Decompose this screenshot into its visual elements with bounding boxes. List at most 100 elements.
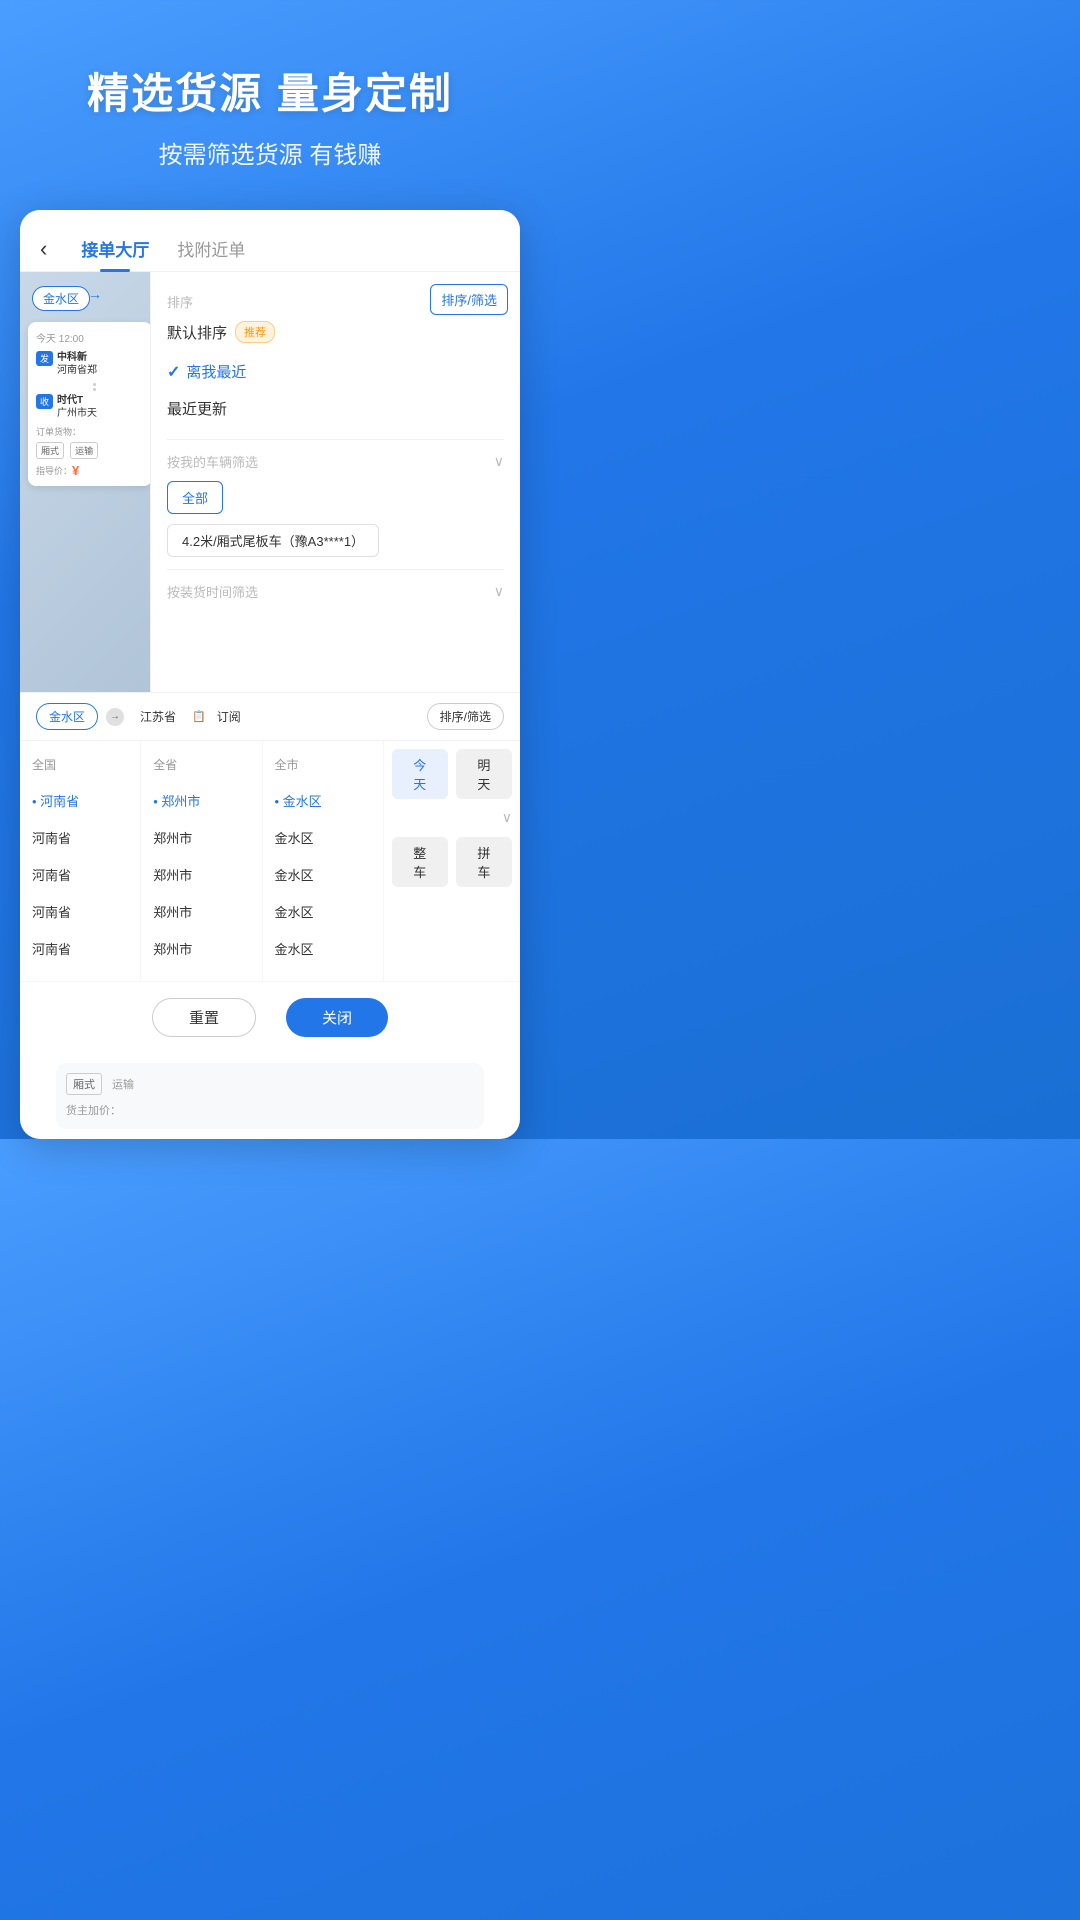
arrow-filter-icon: → bbox=[106, 708, 124, 726]
bottom-order-card: 厢式 运输 货主加价： bbox=[40, 1053, 500, 1139]
city-item-2[interactable]: 郑州市 bbox=[141, 856, 261, 893]
subscribe-label: 订阅 bbox=[209, 704, 249, 729]
district-item-4[interactable]: 金水区 bbox=[263, 930, 383, 967]
city-item-1[interactable]: 郑州市 bbox=[141, 819, 261, 856]
tomorrow-btn[interactable]: 明天 bbox=[456, 749, 512, 799]
city-item-3[interactable]: 郑州市 bbox=[141, 893, 261, 930]
province-filter-tag[interactable]: 江苏省 bbox=[132, 704, 184, 729]
district-item-3[interactable]: 金水区 bbox=[263, 893, 383, 930]
today-btn[interactable]: 今天 bbox=[392, 749, 448, 799]
vehicle-specific-options: 4.2米/厢式尾板车（豫A3****1） bbox=[167, 524, 504, 557]
arrow-icon: → bbox=[88, 286, 102, 302]
time-buttons: 今天 明天 bbox=[392, 749, 512, 799]
hero-section: 精选货源 量身定制 按需筛选货源 有钱赚 bbox=[0, 0, 540, 210]
district-item-1[interactable]: 金水区 bbox=[263, 819, 383, 856]
hero-subtitle: 按需筛选货源 有钱赚 bbox=[20, 135, 520, 170]
city-item-4[interactable]: 郑州市 bbox=[141, 930, 261, 967]
bottom-filter-bar: 金水区 → 江苏省 📋 订阅 排序/筛选 bbox=[20, 692, 520, 740]
from-badge: 发 bbox=[36, 351, 53, 366]
goods-type-tag: 厢式 bbox=[36, 442, 64, 459]
price-row: 指导价： ¥ bbox=[36, 463, 144, 478]
overlay-filter-panel: 排序/筛选 排序 默认排序 推荐 ✓ 离我最近 最近更新 按我的车辆筛选 ∨ 全… bbox=[150, 272, 520, 692]
sort-filter-button[interactable]: 排序/筛选 bbox=[430, 284, 508, 315]
bottom-transport-label: 运输 bbox=[112, 1076, 134, 1092]
check-icon: ✓ bbox=[167, 362, 180, 382]
to-row: 收 时代T 广州市天 bbox=[36, 394, 144, 420]
to-badge: 收 bbox=[36, 394, 53, 409]
filter-sort-btn[interactable]: 排序/筛选 bbox=[427, 703, 504, 730]
bottom-order-inner: 厢式 运输 货主加价： bbox=[56, 1063, 484, 1129]
time-chevron-right: ∨ bbox=[502, 809, 512, 825]
goods-label: 订单货物： bbox=[36, 427, 81, 437]
sort-recent-label: 最近更新 bbox=[167, 398, 227, 419]
tab-bar: ‹ 接单大厅 找附近单 bbox=[20, 210, 520, 272]
content-area: 金水区 → 今天 12:00 发 中科新 河南省郑 收 bbox=[20, 272, 520, 692]
tab-order-hall[interactable]: 接单大厅 bbox=[67, 226, 163, 271]
vehicle-filter-label: 按我的车辆筛选 bbox=[167, 452, 258, 471]
from-name: 中科新 bbox=[57, 351, 97, 364]
subscribe-filter-tag[interactable]: 📋 订阅 bbox=[192, 704, 249, 729]
from-addr: 河南省郑 bbox=[57, 364, 97, 377]
vehicle-filter-row: 按我的车辆筛选 ∨ bbox=[167, 452, 504, 471]
vehicle-chevron-icon: ∨ bbox=[494, 453, 504, 470]
bottom-price-label: 货主加价： bbox=[66, 1105, 121, 1117]
default-sort-row: 默认排序 推荐 bbox=[167, 321, 504, 343]
action-buttons: 重置 关闭 bbox=[20, 981, 520, 1053]
order-time: 今天 12:00 bbox=[36, 330, 144, 345]
hero-title: 精选货源 量身定制 bbox=[20, 60, 520, 121]
reset-button[interactable]: 重置 bbox=[152, 998, 256, 1037]
cargo-buttons: 整车 拼车 bbox=[392, 837, 512, 887]
chevron-area: ∨ bbox=[392, 809, 512, 827]
time-chevron-icon: ∨ bbox=[494, 583, 504, 600]
city-column: 全省 郑州市 郑州市 郑州市 郑州市 郑州市 bbox=[141, 741, 262, 981]
bottom-tags-row: 厢式 运输 bbox=[66, 1073, 474, 1095]
from-row: 发 中科新 河南省郑 bbox=[36, 351, 144, 377]
to-addr: 广州市天 bbox=[57, 407, 97, 420]
district-item-2[interactable]: 金水区 bbox=[263, 856, 383, 893]
to-name: 时代T bbox=[57, 394, 97, 407]
whole-car-btn[interactable]: 整车 bbox=[392, 837, 448, 887]
price-label: 指导价： bbox=[36, 464, 72, 477]
divider-1 bbox=[167, 439, 504, 440]
order-info: 订单货物： bbox=[36, 425, 144, 438]
district-column: 全市 金水区 金水区 金水区 金水区 金水区 bbox=[263, 741, 384, 981]
location-picker: 全国 河南省 河南省 河南省 河南省 河南省 全省 郑州市 郑州市 郑州市 郑州… bbox=[20, 740, 520, 1053]
transport-tag: 运输 bbox=[70, 442, 98, 459]
province-item-2[interactable]: 河南省 bbox=[20, 856, 140, 893]
province-item-4[interactable]: 河南省 bbox=[20, 930, 140, 967]
vehicle-options: 全部 bbox=[167, 481, 504, 514]
time-filter-label: 按装货时间筛选 bbox=[167, 582, 258, 601]
all-vehicle-btn[interactable]: 全部 bbox=[167, 481, 223, 514]
tab-nearby-order[interactable]: 找附近单 bbox=[163, 226, 259, 271]
goods-tags: 厢式 运输 bbox=[36, 442, 144, 459]
bottom-goods-tag: 厢式 bbox=[66, 1073, 102, 1095]
order-card-mini: 今天 12:00 发 中科新 河南省郑 收 时代T 广州市天 bbox=[28, 322, 152, 486]
price-symbol: ¥ bbox=[72, 463, 79, 478]
time-filter-row: 按装货时间筛选 ∨ bbox=[167, 582, 504, 601]
recommended-badge: 推荐 bbox=[235, 321, 275, 343]
city-selected[interactable]: 郑州市 bbox=[141, 782, 261, 819]
province-item-1[interactable]: 河南省 bbox=[20, 819, 140, 856]
all-country-item[interactable]: 全国 bbox=[20, 747, 140, 782]
carpool-btn[interactable]: 拼车 bbox=[456, 837, 512, 887]
back-button[interactable]: ‹ bbox=[40, 236, 47, 262]
default-sort-text: 默认排序 bbox=[167, 322, 227, 343]
sort-nearest-label: 离我最近 bbox=[186, 361, 246, 382]
main-card: ‹ 接单大厅 找附近单 金水区 → 今天 12:00 发 中科新 河南省郑 bbox=[20, 210, 520, 1139]
right-filter-area: 今天 明天 ∨ 整车 拼车 bbox=[384, 741, 520, 981]
close-button[interactable]: 关闭 bbox=[286, 998, 388, 1037]
region-tag[interactable]: 金水区 bbox=[32, 286, 90, 311]
province-item-3[interactable]: 河南省 bbox=[20, 893, 140, 930]
district-selected[interactable]: 金水区 bbox=[263, 782, 383, 819]
all-city-item[interactable]: 全市 bbox=[263, 747, 383, 782]
route-divider bbox=[36, 382, 144, 392]
left-map-panel: 金水区 → 今天 12:00 发 中科新 河南省郑 收 bbox=[20, 272, 160, 692]
all-province-item[interactable]: 全省 bbox=[141, 747, 261, 782]
province-selected[interactable]: 河南省 bbox=[20, 782, 140, 819]
sort-recent[interactable]: 最近更新 bbox=[167, 390, 504, 427]
province-column: 全国 河南省 河南省 河南省 河南省 河南省 bbox=[20, 741, 141, 981]
sort-nearest[interactable]: ✓ 离我最近 bbox=[167, 353, 504, 390]
vehicle-option-1[interactable]: 4.2米/厢式尾板车（豫A3****1） bbox=[167, 524, 379, 557]
bottom-price-row: 货主加价： bbox=[66, 1101, 474, 1119]
region-filter-tag[interactable]: 金水区 bbox=[36, 703, 98, 730]
